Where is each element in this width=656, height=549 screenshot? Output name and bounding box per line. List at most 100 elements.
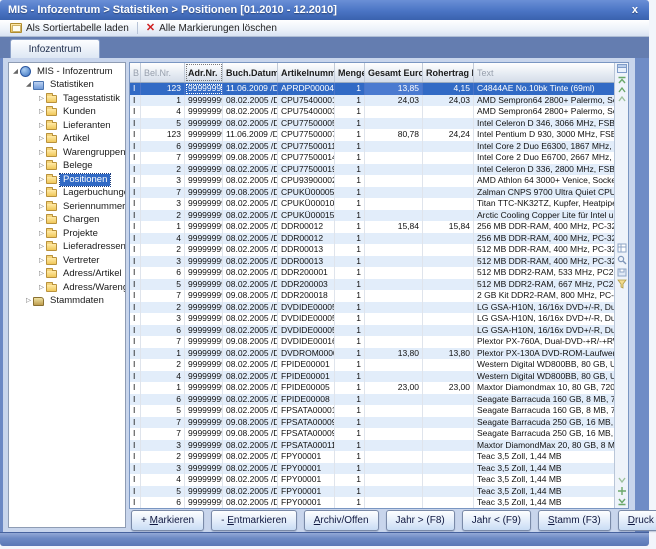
column-header-rohertrag-euro[interactable]: Rohertrag Euro — [423, 63, 474, 82]
table-row[interactable]: I49999999908.02.2005 /DiFPIDE000011Weste… — [130, 371, 614, 383]
clear-marks-button[interactable]: ✕ Alle Markierungen löschen — [140, 20, 283, 36]
scroll-up-icon[interactable] — [617, 86, 627, 93]
column-header-buch-datum[interactable]: Buch.Datum — [223, 63, 278, 82]
tree-item-positionen[interactable]: ▷Positionen — [9, 173, 125, 187]
table-row[interactable]: I59999999908.02.2005 /DiDDR2000031512 MB… — [130, 279, 614, 291]
add-row-icon[interactable] — [617, 486, 627, 496]
expand-arrow-icon[interactable]: ▷ — [37, 109, 46, 116]
column-header-bel-nr[interactable]: Bel.Nr. — [141, 63, 185, 82]
column-header-text[interactable]: Text — [474, 63, 614, 82]
table-row[interactable]: I49999999908.02.2005 /DiCPU754000031AMD … — [130, 106, 614, 118]
expand-arrow-icon[interactable]: ▷ — [37, 96, 46, 103]
export-icon[interactable] — [617, 267, 627, 277]
tree-item-vertreter[interactable]: ▷Vertreter — [9, 254, 125, 268]
filter-icon[interactable] — [617, 279, 627, 289]
table-row[interactable]: I69999999908.02.2005 /DiDDR2000011512 MB… — [130, 267, 614, 279]
table-row[interactable]: I59999999908.02.2005 /DiCPU775000051Inte… — [130, 118, 614, 130]
tab-infozentrum[interactable]: Infozentrum — [10, 39, 100, 58]
entmarkieren-button[interactable]: - Entmarkieren — [211, 510, 297, 531]
column-chooser-icon[interactable] — [617, 64, 627, 73]
table-row[interactable]: I29999999908.02.2005 /DiCPUKÜ000151Arcti… — [130, 210, 614, 222]
table-row[interactable]: I79999999909.08.2005 /DiDDR20001812 GB K… — [130, 290, 614, 302]
table-row[interactable]: I79999999909.08.2005 /DiDVDIDE000161Plex… — [130, 336, 614, 348]
table-row[interactable]: I29999999908.02.2005 /DiCPU775000191Inte… — [130, 164, 614, 176]
tree-item-lagerbuchungen[interactable]: ▷Lagerbuchungen — [9, 187, 125, 201]
expand-arrow-icon[interactable]: ▷ — [37, 123, 46, 130]
table-row[interactable]: I69999999908.02.2005 /DiDVDIDE000051LG G… — [130, 325, 614, 337]
table-row[interactable]: I19999999908.02.2005 /DiDVDROM00001113,8… — [130, 348, 614, 360]
table-row[interactable]: I59999999908.02.2005 /DiFPY000011Teac 3,… — [130, 486, 614, 498]
tree-item-mis-infozentrum[interactable]: ◢MIS - Infozentrum — [9, 65, 125, 79]
tree-item-chargen[interactable]: ▷Chargen — [9, 214, 125, 228]
expand-arrow-icon[interactable]: ▷ — [37, 258, 46, 265]
table-row[interactable]: I39999999908.02.2005 /DiFPY000011Teac 3,… — [130, 463, 614, 475]
markieren-button[interactable]: + Markieren — [131, 510, 204, 531]
tree-item-lieferadressen[interactable]: ▷Lieferadressen — [9, 241, 125, 255]
expand-arrow-icon[interactable]: ▷ — [37, 271, 46, 278]
collapse-arrow-icon[interactable]: ◢ — [24, 82, 33, 89]
tree-item-projekte[interactable]: ▷Projekte — [9, 227, 125, 241]
table-row[interactable]: I29999999908.02.2005 /DiDDR000131512 MB … — [130, 244, 614, 256]
table-row[interactable]: I39999999908.02.2005 /DiDDR000131512 MB … — [130, 256, 614, 268]
search-icon[interactable] — [617, 255, 627, 265]
tree-item-adress-warengruppen[interactable]: ▷Adress/Warengruppen — [9, 281, 125, 295]
table-row[interactable]: I39999999908.02.2005 /DiCPUKÜ000101Titan… — [130, 198, 614, 210]
table-row[interactable]: I29999999908.02.2005 /DiDVDIDE000051LG G… — [130, 302, 614, 314]
grid-scrollbar-rail[interactable] — [614, 63, 628, 508]
grid-view-icon[interactable] — [617, 243, 627, 253]
expand-arrow-icon[interactable]: ▷ — [37, 217, 46, 224]
table-row[interactable]: I1239999999911.06.2009 /DoCPU77500007180… — [130, 129, 614, 141]
column-header-b[interactable]: B — [130, 63, 141, 82]
table-row[interactable]: I19999999908.02.2005 /DiFPIDE00005123,00… — [130, 382, 614, 394]
tree-item-adress-artikel[interactable]: ▷Adress/Artikel — [9, 268, 125, 282]
expand-arrow-icon[interactable]: ▷ — [37, 190, 46, 197]
table-row[interactable]: I69999999908.02.2005 /DiFPY000011Teac 3,… — [130, 497, 614, 508]
column-header-menge[interactable]: Menge — [335, 63, 365, 82]
expand-arrow-icon[interactable]: ▷ — [37, 244, 46, 251]
tree-item-tagesstatistik[interactable]: ▷Tagesstatistik — [9, 92, 125, 106]
expand-arrow-icon[interactable]: ▷ — [37, 150, 46, 157]
page-up-icon[interactable] — [617, 95, 627, 102]
archiv-offen-button[interactable]: Archiv/Offen — [304, 510, 379, 531]
table-row[interactable]: I49999999908.02.2005 /DiDDR000121256 MB … — [130, 233, 614, 245]
table-row[interactable]: I29999999908.02.2005 /DiFPIDE000011Weste… — [130, 359, 614, 371]
tree-item-seriennummern[interactable]: ▷Seriennummern — [9, 200, 125, 214]
table-row[interactable]: I59999999908.02.2005 /DiFPSATA000011Seag… — [130, 405, 614, 417]
table-row[interactable]: I29999999908.02.2005 /DiFPY000011Teac 3,… — [130, 451, 614, 463]
table-row[interactable]: I69999999908.02.2005 /DiCPU775000111Inte… — [130, 141, 614, 153]
table-row[interactable]: I79999999909.08.2005 /DiCPU775000141Inte… — [130, 152, 614, 164]
table-row[interactable]: I49999999908.02.2005 /DiFPY000011Teac 3,… — [130, 474, 614, 486]
column-header-artikelnummer[interactable]: Artikelnummer — [278, 63, 335, 82]
expand-arrow-icon[interactable]: ▷ — [37, 136, 46, 143]
tree-item-stammdaten[interactable]: ▷Stammdaten — [9, 295, 125, 309]
table-row[interactable]: I1239999999911.06.2009 /DoAPRDP00004113,… — [130, 83, 614, 95]
expand-arrow-icon[interactable]: ▷ — [37, 204, 46, 211]
table-row[interactable]: I79999999909.08.2005 /DiFPSATA000091Seag… — [130, 428, 614, 440]
table-row[interactable]: I39999999908.02.2005 /DiCPU939000021AMD … — [130, 175, 614, 187]
druck-f4-button[interactable]: Druck (F4) — [618, 510, 656, 531]
expand-arrow-icon[interactable]: ▷ — [37, 285, 46, 292]
close-icon[interactable]: x — [629, 5, 641, 16]
column-header-adr-nr[interactable]: Adr.Nr. — [185, 63, 223, 82]
tree-item-statistiken[interactable]: ◢Statistiken — [9, 79, 125, 93]
table-row[interactable]: I39999999908.02.2005 /DiFPSATA000111Maxt… — [130, 440, 614, 452]
table-row[interactable]: I39999999908.02.2005 /DiDVDIDE000051LG G… — [130, 313, 614, 325]
expand-arrow-icon[interactable]: ▷ — [24, 298, 33, 305]
tree-item-artikel[interactable]: ▷Artikel — [9, 133, 125, 147]
table-row[interactable]: I69999999908.02.2005 /DiFPIDE000081Seaga… — [130, 394, 614, 406]
table-row[interactable]: I19999999908.02.2005 /DiCPU75400001124,0… — [130, 95, 614, 107]
scroll-to-top-icon[interactable] — [617, 76, 627, 84]
table-row[interactable]: I79999999909.08.2005 /DiFPSATA000091Seag… — [130, 417, 614, 429]
load-sort-table-button[interactable]: Als Sortiertabelle laden — [4, 20, 135, 36]
stamm-f3-button[interactable]: Stamm (F3) — [538, 510, 611, 531]
expand-arrow-icon[interactable]: ▷ — [37, 177, 46, 184]
tree-item-lieferanten[interactable]: ▷Lieferanten — [9, 119, 125, 133]
collapse-arrow-icon[interactable]: ◢ — [11, 69, 20, 76]
column-header-gesamt-euro[interactable]: Gesamt Euro — [365, 63, 423, 82]
jahr-f8-button[interactable]: Jahr > (F8) — [386, 510, 455, 531]
scroll-down-icon[interactable] — [617, 477, 627, 484]
table-row[interactable]: I79999999909.08.2005 /DiCPUKÜ000051Zalma… — [130, 187, 614, 199]
jahr-f9-button[interactable]: Jahr < (F9) — [462, 510, 531, 531]
tree-item-warengruppen[interactable]: ▷Warengruppen — [9, 146, 125, 160]
window-titlebar[interactable]: MIS - Infozentrum > Statistiken > Positi… — [0, 0, 649, 20]
